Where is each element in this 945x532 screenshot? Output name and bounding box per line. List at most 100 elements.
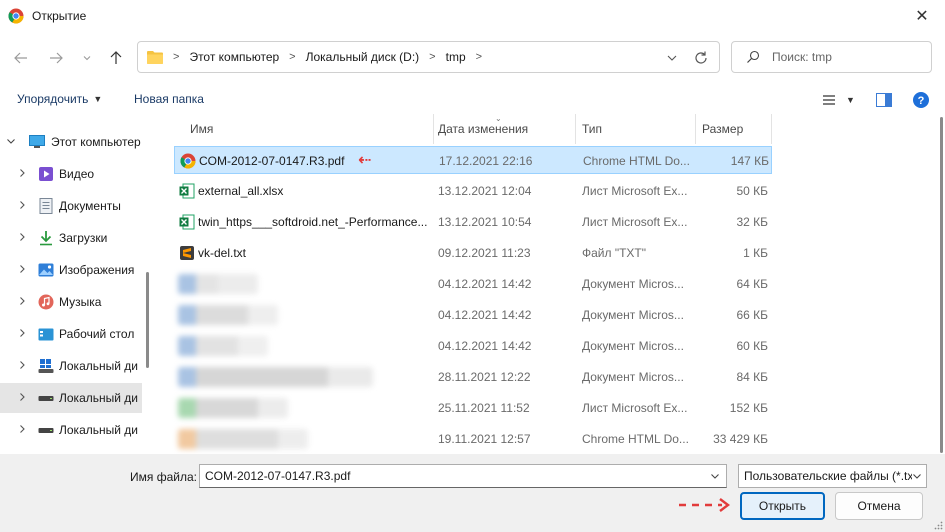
expand-chevron-icon[interactable] xyxy=(17,200,27,213)
search-input[interactable] xyxy=(772,50,922,64)
sidebar-item-drive-e[interactable]: Локальный ди xyxy=(0,415,142,445)
table-row[interactable]: 04.12.2021 14:42 Документ Micros... 66 К… xyxy=(174,301,772,329)
help-button[interactable]: ? xyxy=(913,92,929,108)
sidebar-item-music[interactable]: Музыка xyxy=(0,287,142,317)
sidebar-item-this-pc[interactable]: Этот компьютер xyxy=(0,127,142,157)
navigation-bar: > Этот компьютер > Локальный диск (D:) >… xyxy=(0,38,945,78)
file-type-filter[interactable]: Пользовательские файлы (*.txt xyxy=(738,464,927,488)
column-size-label: Размер xyxy=(702,122,744,136)
close-button[interactable]: ✕ xyxy=(899,0,945,32)
breadcrumb-chevron[interactable]: > xyxy=(476,51,482,63)
recent-locations-button[interactable] xyxy=(77,48,97,68)
expand-chevron-icon[interactable] xyxy=(17,168,27,181)
table-row[interactable]: 04.12.2021 14:42 Документ Micros... 64 К… xyxy=(174,270,772,298)
sidebar-scrollbar[interactable] xyxy=(146,272,149,368)
sidebar-item-label: Этот компьютер xyxy=(51,135,141,149)
breadcrumb-chevron[interactable]: > xyxy=(289,51,295,63)
caret-down-icon: ▼ xyxy=(846,95,855,105)
expand-chevron-icon[interactable] xyxy=(17,232,27,245)
windows-drive-icon xyxy=(38,358,54,374)
file-size: 152 КБ xyxy=(729,401,768,415)
breadcrumb-this-pc[interactable]: Этот компьютер xyxy=(189,50,279,64)
organize-menu-button[interactable]: Упорядочить ▼ xyxy=(17,92,102,106)
up-button[interactable] xyxy=(106,48,126,68)
cancel-button[interactable]: Отмена xyxy=(835,492,923,520)
table-row[interactable]: 25.11.2021 11:52 Лист Microsoft Ex... 15… xyxy=(174,394,772,422)
expand-chevron-icon[interactable] xyxy=(17,392,27,405)
new-folder-button[interactable]: Новая папка xyxy=(134,92,204,106)
column-name-label: Имя xyxy=(190,122,214,136)
table-row[interactable]: vk-del.txt 09.12.2021 11:23 Файл "TXT" 1… xyxy=(174,239,772,267)
table-row[interactable]: 19.11.2021 12:57 Chrome HTML Do... 33 42… xyxy=(174,425,772,453)
expand-chevron-icon[interactable] xyxy=(6,136,16,149)
sidebar-item-downloads[interactable]: Загрузки xyxy=(0,223,142,253)
table-row[interactable]: 28.11.2021 12:22 Документ Micros... 84 К… xyxy=(174,363,772,391)
expand-chevron-icon[interactable] xyxy=(17,296,27,309)
table-row[interactable]: 04.12.2021 14:42 Документ Micros... 60 К… xyxy=(174,332,772,360)
excel-icon xyxy=(179,183,195,199)
navigation-pane: Этот компьютер Видео Документы Загрузки … xyxy=(0,114,142,454)
preview-pane-icon xyxy=(876,93,892,107)
new-folder-label: Новая папка xyxy=(134,92,204,106)
address-history-chevron-icon[interactable] xyxy=(665,51,679,65)
drive-icon xyxy=(38,390,54,406)
sidebar-item-documents[interactable]: Документы xyxy=(0,191,142,221)
breadcrumb-drive-d[interactable]: Локальный диск (D:) xyxy=(306,50,420,64)
column-type[interactable]: Тип xyxy=(576,114,696,144)
refresh-icon[interactable] xyxy=(693,50,709,66)
breadcrumb-chevron[interactable]: > xyxy=(173,51,179,63)
forward-button[interactable] xyxy=(46,48,66,68)
chrome-icon xyxy=(180,153,196,169)
filename-field[interactable]: COM-2012-07-0147.R3.pdf xyxy=(205,469,350,483)
column-date[interactable]: Дата изменения xyxy=(434,114,576,144)
redacted-name xyxy=(178,367,373,387)
sidebar-item-drive-c[interactable]: Локальный ди xyxy=(0,351,142,381)
arrow-left-icon xyxy=(14,52,27,64)
column-name[interactable]: Имя xyxy=(174,114,434,144)
cancel-button-label: Отмена xyxy=(857,499,901,513)
file-name: external_all.xlsx xyxy=(198,184,284,198)
expand-chevron-icon[interactable] xyxy=(17,328,27,341)
back-button[interactable] xyxy=(11,48,31,68)
music-icon xyxy=(38,294,54,310)
table-row[interactable]: COM-2012-07-0147.R3.pdf ⇠ 17.12.2021 22:… xyxy=(174,146,772,174)
sidebar-item-videos[interactable]: Видео xyxy=(0,159,142,189)
close-icon: ✕ xyxy=(915,8,929,25)
breadcrumb-tmp[interactable]: tmp xyxy=(446,50,466,64)
file-date: 25.11.2021 11:52 xyxy=(438,401,530,415)
help-icon: ? xyxy=(913,92,929,108)
open-button[interactable]: Открыть xyxy=(740,492,825,520)
file-date: 04.12.2021 14:42 xyxy=(438,339,532,353)
sidebar-item-desktop[interactable]: Рабочий стол xyxy=(0,319,142,349)
table-row[interactable]: twin_https___softdroid.net_-Performance.… xyxy=(174,208,772,236)
view-options-button[interactable]: ▼ xyxy=(822,94,855,106)
table-row[interactable]: external_all.xlsx 13.12.2021 12:04 Лист … xyxy=(174,177,772,205)
redacted-name xyxy=(178,398,288,418)
file-list-scrollbar[interactable] xyxy=(940,117,943,453)
search-box[interactable] xyxy=(731,41,932,73)
address-bar[interactable]: > Этот компьютер > Локальный диск (D:) >… xyxy=(137,41,720,73)
breadcrumb-chevron[interactable]: > xyxy=(429,51,435,63)
filename-combobox[interactable]: COM-2012-07-0147.R3.pdf xyxy=(199,464,727,488)
expand-chevron-icon[interactable] xyxy=(17,264,27,277)
expand-chevron-icon[interactable] xyxy=(17,424,27,437)
chevron-down-icon[interactable] xyxy=(912,470,922,482)
sidebar-item-pictures[interactable]: Изображения xyxy=(0,255,142,285)
chevron-down-icon[interactable] xyxy=(710,470,720,482)
sidebar-item-drive-d[interactable]: Локальный ди xyxy=(0,383,142,413)
column-size[interactable]: Размер xyxy=(696,114,772,144)
file-size: 60 КБ xyxy=(736,339,768,353)
annotation-dashed-arrow-icon xyxy=(679,498,730,512)
download-icon xyxy=(38,230,54,246)
file-date: 04.12.2021 14:42 xyxy=(438,308,532,322)
redacted-name xyxy=(178,274,258,294)
documents-icon xyxy=(38,198,54,214)
resize-grip-icon[interactable] xyxy=(933,520,943,530)
file-size: 50 КБ xyxy=(736,184,768,198)
preview-pane-button[interactable] xyxy=(876,93,892,107)
sidebar-item-label: Локальный ди xyxy=(59,391,138,405)
folder-icon xyxy=(147,50,163,64)
title-bar: Открытие ✕ xyxy=(0,0,945,32)
expand-chevron-icon[interactable] xyxy=(17,360,27,373)
sidebar-item-label: Локальный ди xyxy=(59,423,138,437)
